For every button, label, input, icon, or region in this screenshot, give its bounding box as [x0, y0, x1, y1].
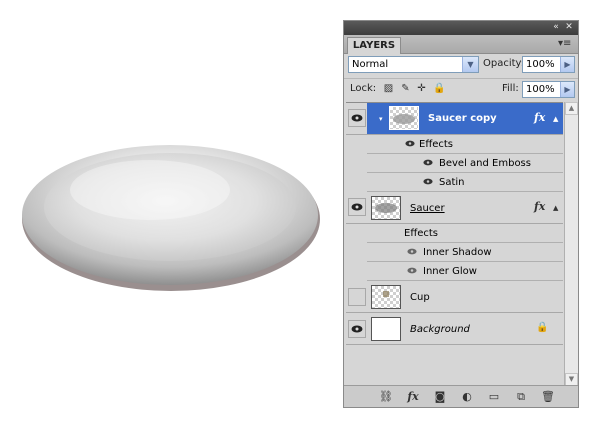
lock-label: Lock:	[350, 83, 377, 94]
layer-row-background[interactable]: Background 🔒	[346, 313, 563, 345]
adjustment-icon[interactable]: ◐	[460, 390, 474, 403]
close-icon[interactable]: ✕	[563, 22, 575, 33]
fx-collapse-icon[interactable]: ▲	[553, 115, 558, 123]
mask-icon[interactable]: ◙	[433, 390, 447, 403]
visibility-eye-icon[interactable]	[348, 320, 366, 338]
layer-name[interactable]: Cup	[410, 292, 430, 303]
visibility-eye-icon[interactable]	[348, 109, 366, 127]
effect-name: Satin	[439, 177, 465, 188]
group-icon[interactable]: ▭	[487, 390, 501, 403]
effects-label: Effects	[404, 228, 438, 239]
layers-panel: « ✕ LAYERS ▾≡ Normal ▼ Opacity: 100% ▶ L…	[343, 20, 579, 408]
effect-eye-icon[interactable]	[407, 248, 417, 255]
scroll-up-icon[interactable]: ▲	[565, 102, 578, 115]
lock-position-icon[interactable]: ✛	[416, 83, 427, 94]
effect-eye-icon[interactable]	[423, 178, 433, 185]
layer-thumbnail	[371, 285, 401, 309]
lock-pixels-icon[interactable]: ✎	[400, 83, 411, 94]
lock-transparency-icon[interactable]: ▨	[383, 83, 394, 94]
fx-collapse-icon[interactable]: ▲	[553, 204, 558, 212]
visibility-eye-icon[interactable]	[348, 198, 366, 216]
layer-name[interactable]: Background	[410, 324, 470, 335]
effect-eye-icon[interactable]	[423, 159, 433, 166]
opacity-label: Opacity:	[483, 58, 525, 69]
scrollbar[interactable]: ▲ ▼	[564, 102, 578, 386]
layer-row-saucer-copy[interactable]: ▾ Saucer copy fx ▲	[346, 103, 563, 135]
effect-eye-icon[interactable]	[407, 267, 417, 274]
tab-layers[interactable]: LAYERS	[347, 37, 401, 54]
fx-icon[interactable]: fx	[534, 200, 545, 213]
layer-thumbnail	[371, 196, 401, 220]
visibility-off-box[interactable]	[348, 288, 366, 306]
effects-expand-icon[interactable]: ▾	[379, 115, 383, 123]
effect-row-satin[interactable]: Satin	[367, 173, 563, 192]
blend-mode-value: Normal	[352, 59, 389, 70]
effect-name: Bevel and Emboss	[439, 158, 531, 169]
layer-row-cup[interactable]: Cup	[346, 281, 563, 313]
fx-icon[interactable]: fx	[406, 390, 420, 403]
collapse-icon[interactable]: «	[550, 22, 562, 33]
effects-header: Effects	[367, 135, 563, 154]
effects-eye-icon[interactable]	[405, 140, 415, 147]
lock-icon: 🔒	[536, 322, 549, 333]
panel-menu-icon[interactable]: ▾≡	[558, 38, 572, 50]
effects-label: Effects	[419, 139, 453, 150]
fx-icon[interactable]: fx	[534, 111, 545, 124]
opacity-value: 100%	[526, 59, 555, 70]
opacity-field[interactable]: 100% ▶	[522, 56, 575, 73]
fill-field[interactable]: 100% ▶	[522, 81, 575, 98]
blend-mode-select[interactable]: Normal ▼	[348, 56, 479, 73]
canvas-saucer	[22, 145, 320, 291]
panel-bottom-bar: ⛓ fx ◙ ◐ ▭ ⧉ 🗑	[344, 385, 578, 407]
effect-row-bevel[interactable]: Bevel and Emboss	[367, 154, 563, 173]
new-layer-icon[interactable]: ⧉	[514, 390, 528, 403]
fill-label: Fill:	[502, 83, 519, 94]
layer-thumbnail	[371, 317, 401, 341]
panel-title-bar: « ✕	[344, 21, 578, 35]
layer-row-saucer[interactable]: Saucer fx ▲	[346, 192, 563, 224]
effect-row-inner-shadow[interactable]: Inner Shadow	[367, 243, 563, 262]
lock-all-icon[interactable]: 🔒	[433, 83, 445, 94]
chevron-right-icon[interactable]: ▶	[560, 57, 574, 72]
layer-name[interactable]: Saucer copy	[428, 113, 497, 124]
effect-name: Inner Glow	[423, 266, 477, 277]
trash-icon[interactable]: 🗑	[541, 390, 555, 403]
effect-name: Inner Shadow	[423, 247, 492, 258]
blend-row: Normal ▼ Opacity: 100% ▶	[344, 54, 578, 76]
layer-thumbnail	[389, 106, 419, 130]
chevron-right-icon[interactable]: ▶	[560, 82, 574, 97]
lock-row: Lock: ▨ ✎ ✛ 🔒 Fill: 100% ▶	[344, 78, 578, 101]
panel-tab-bar: LAYERS ▾≡	[344, 35, 578, 54]
effect-row-inner-glow[interactable]: Inner Glow	[367, 262, 563, 281]
effects-header: Effects	[367, 224, 563, 243]
layer-name[interactable]: Saucer	[410, 203, 445, 214]
fill-value: 100%	[526, 84, 555, 95]
chevron-down-icon[interactable]: ▼	[462, 57, 478, 72]
link-icon[interactable]: ⛓	[379, 390, 393, 403]
layer-list: ▾ Saucer copy fx ▲ Effects Bevel and Emb…	[346, 102, 563, 387]
